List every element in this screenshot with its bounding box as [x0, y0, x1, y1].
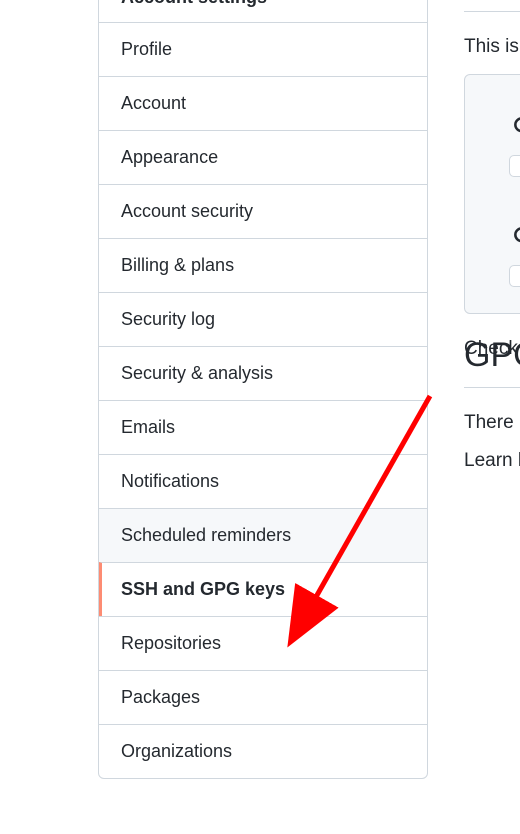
- gpg-learn-text: Learn h: [464, 450, 520, 472]
- settings-sidebar: Account settings Profile Account Appeara…: [98, 0, 428, 779]
- sidebar-item-security-analysis[interactable]: Security & analysis: [99, 346, 427, 400]
- key-detail-box: [509, 265, 520, 287]
- sidebar-item-emails[interactable]: Emails: [99, 400, 427, 454]
- sidebar-item-scheduled-reminders[interactable]: Scheduled reminders: [99, 508, 427, 562]
- ssh-key-row-2-box: [465, 257, 520, 295]
- ssh-key-row: [465, 93, 520, 147]
- sidebar-item-account-security[interactable]: Account security: [99, 184, 427, 238]
- ssh-key-row-box: [465, 147, 520, 185]
- gpg-empty-text: There: [464, 412, 520, 434]
- sidebar-item-account[interactable]: Account: [99, 76, 427, 130]
- sidebar-item-profile[interactable]: Profile: [99, 22, 427, 76]
- key-icon: [509, 101, 520, 139]
- sidebar-item-appearance[interactable]: Appearance: [99, 130, 427, 184]
- gpg-heading: GPG: [464, 336, 520, 375]
- sidebar-item-repositories[interactable]: Repositories: [99, 616, 427, 670]
- divider: [464, 387, 520, 388]
- ssh-key-card: [464, 74, 520, 314]
- main-content: SSH This is Check: [464, 0, 520, 488]
- key-detail-box: [509, 155, 520, 177]
- sidebar-item-billing[interactable]: Billing & plans: [99, 238, 427, 292]
- sidebar-item-packages[interactable]: Packages: [99, 670, 427, 724]
- key-icon: [509, 211, 520, 249]
- ssh-intro-text: This is: [464, 36, 520, 58]
- sidebar-item-notifications[interactable]: Notifications: [99, 454, 427, 508]
- ssh-key-row-2: [465, 203, 520, 257]
- sidebar-item-organizations[interactable]: Organizations: [99, 724, 427, 778]
- sidebar-item-security-log[interactable]: Security log: [99, 292, 427, 346]
- divider: [464, 11, 520, 12]
- sidebar-item-ssh-gpg-keys[interactable]: SSH and GPG keys: [99, 562, 427, 616]
- sidebar-header: Account settings: [99, 0, 427, 22]
